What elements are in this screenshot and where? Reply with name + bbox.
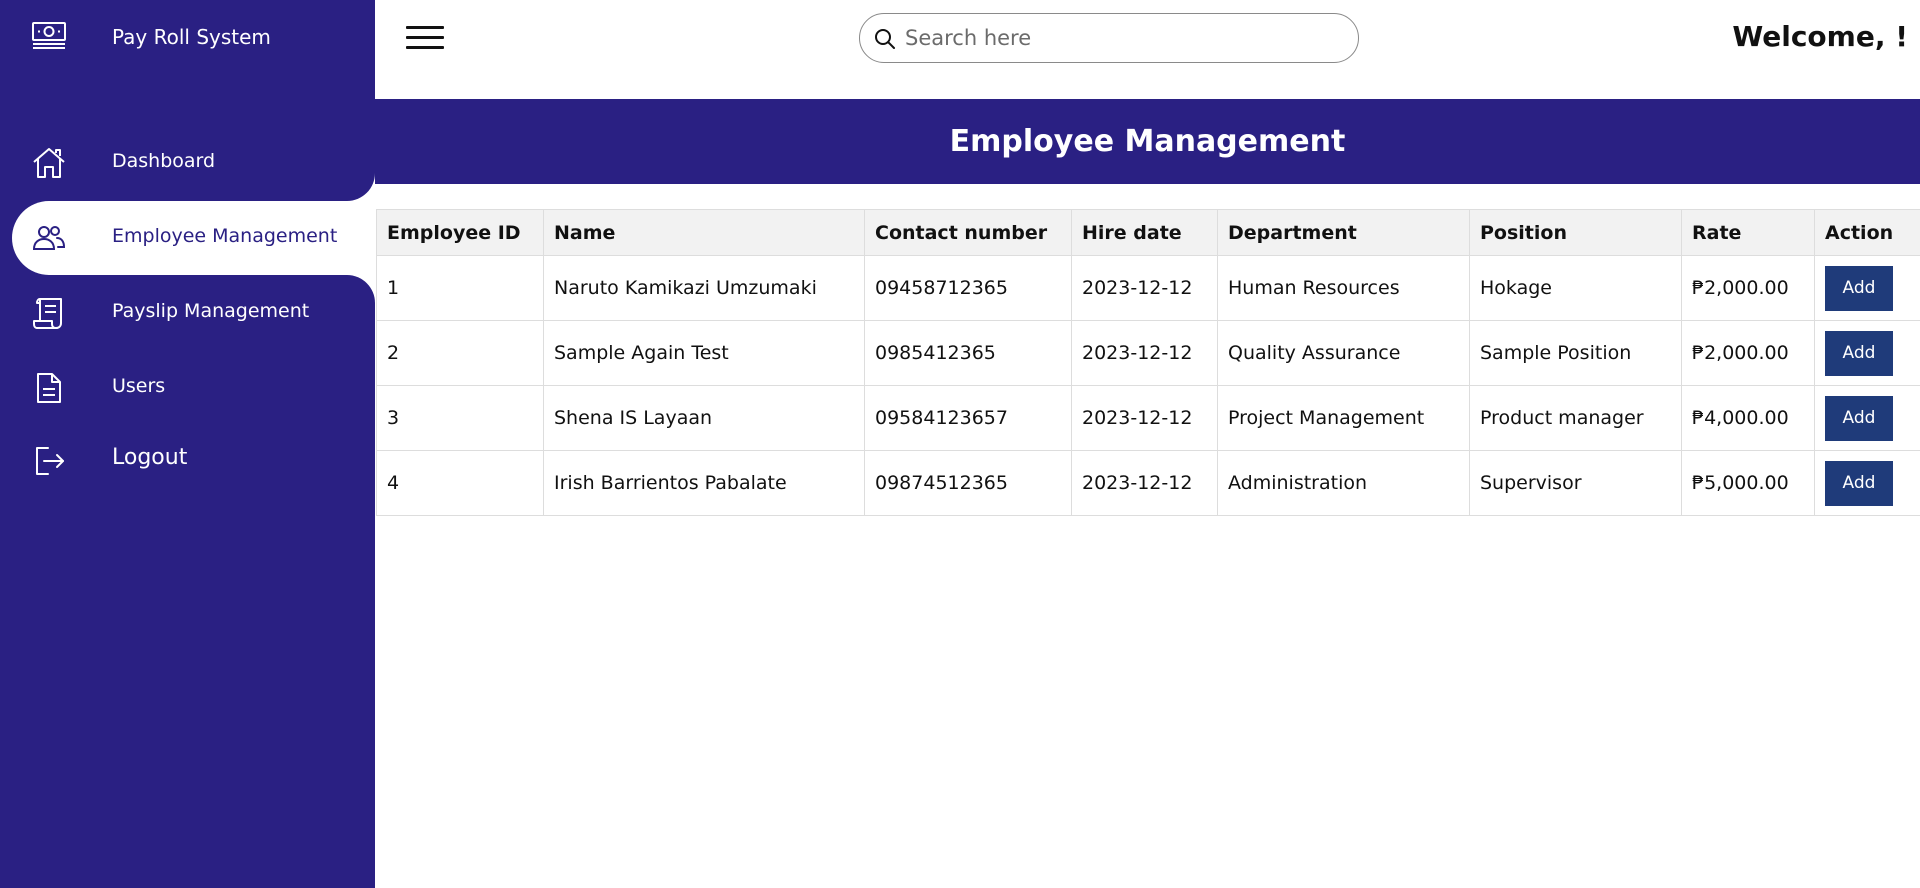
- column-header-contact-number: Contact number: [864, 209, 1072, 256]
- home-icon: [33, 148, 65, 178]
- cell-contact: 09458712365: [864, 255, 1072, 321]
- search-box: [859, 13, 1359, 63]
- topbar: Welcome, !: [375, 0, 1920, 99]
- column-header-action: Action: [1814, 209, 1920, 256]
- cell-action: Add: [1814, 450, 1920, 516]
- sidebar-item-label: Dashboard: [112, 150, 216, 172]
- cell-rate: ₱2,000.00: [1681, 320, 1815, 386]
- table-row: 2 Sample Again Test 0985412365 2023-12-1…: [376, 320, 1920, 386]
- sidebar-item-label: Logout: [112, 445, 188, 470]
- cell-rate: ₱4,000.00: [1681, 385, 1815, 451]
- menu-toggle-button[interactable]: [406, 24, 446, 52]
- sidebar-item-label: Users: [112, 375, 166, 397]
- add-button[interactable]: Add: [1825, 460, 1893, 506]
- cell-action: Add: [1814, 385, 1920, 451]
- hamburger-line: [406, 46, 444, 49]
- sidebar-item-logout[interactable]: Logout: [0, 424, 375, 498]
- table-row: 4 Irish Barrientos Pabalate 09874512365 …: [376, 450, 1920, 516]
- add-button[interactable]: Add: [1825, 265, 1893, 311]
- app-title: Pay Roll System: [112, 25, 271, 49]
- cell-position: Product manager: [1469, 385, 1682, 451]
- cell-department: Human Resources: [1217, 255, 1470, 321]
- employee-table-container: Employee ID Name Contact number Hire dat…: [376, 209, 1920, 516]
- brand: Pay Roll System: [0, 0, 375, 76]
- column-header-name: Name: [543, 209, 865, 256]
- page-title: Employee Management: [949, 124, 1346, 159]
- cell-position: Sample Position: [1469, 320, 1682, 386]
- sidebar-item-label: Employee Management: [112, 225, 338, 247]
- cell-name: Sample Again Test: [543, 320, 865, 386]
- sidebar-item-label: Payslip Management: [112, 300, 310, 322]
- welcome-text: Welcome, !: [1732, 20, 1908, 53]
- column-header-department: Department: [1217, 209, 1470, 256]
- money-icon: [32, 22, 66, 49]
- cell-position: Supervisor: [1469, 450, 1682, 516]
- cell-rate: ₱5,000.00: [1681, 450, 1815, 516]
- column-header-employee-id: Employee ID: [376, 209, 544, 256]
- cell-department: Quality Assurance: [1217, 320, 1470, 386]
- cell-position: Hokage: [1469, 255, 1682, 321]
- page-banner: Employee Management: [375, 99, 1920, 184]
- cell-name: Irish Barrientos Pabalate: [543, 450, 865, 516]
- table-row: 3 Shena IS Layaan 09584123657 2023-12-12…: [376, 385, 1920, 451]
- sidebar-item-employee-management[interactable]: Employee Management: [0, 201, 375, 275]
- column-header-rate: Rate: [1681, 209, 1815, 256]
- hamburger-line: [406, 26, 444, 29]
- add-button[interactable]: Add: [1825, 330, 1893, 376]
- logout-icon: [36, 447, 64, 475]
- add-button[interactable]: Add: [1825, 395, 1893, 441]
- cell-contact: 0985412365: [864, 320, 1072, 386]
- table-row: 1 Naruto Kamikazi Umzumaki 09458712365 2…: [376, 255, 1920, 321]
- cell-department: Project Management: [1217, 385, 1470, 451]
- cell-contact: 09874512365: [864, 450, 1072, 516]
- cell-name: Naruto Kamikazi Umzumaki: [543, 255, 865, 321]
- column-header-position: Position: [1469, 209, 1682, 256]
- cell-rate: ₱2,000.00: [1681, 255, 1815, 321]
- cell-hire-date: 2023-12-12: [1071, 255, 1218, 321]
- sidebar-item-dashboard[interactable]: Dashboard: [0, 126, 375, 200]
- cell-name: Shena IS Layaan: [543, 385, 865, 451]
- cell-employee-id: 2: [376, 320, 544, 386]
- document-icon: [37, 373, 61, 403]
- cell-action: Add: [1814, 320, 1920, 386]
- cell-action: Add: [1814, 255, 1920, 321]
- cell-contact: 09584123657: [864, 385, 1072, 451]
- cell-employee-id: 4: [376, 450, 544, 516]
- cell-employee-id: 3: [376, 385, 544, 451]
- users-icon: [32, 226, 66, 250]
- receipt-icon: [33, 298, 62, 329]
- sidebar-item-payslip-management[interactable]: Payslip Management: [0, 276, 375, 350]
- employee-table: Employee ID Name Contact number Hire dat…: [376, 209, 1920, 516]
- cell-hire-date: 2023-12-12: [1071, 320, 1218, 386]
- cell-department: Administration: [1217, 450, 1470, 516]
- column-header-hire-date: Hire date: [1071, 209, 1218, 256]
- search-icon: [875, 29, 895, 49]
- hamburger-line: [406, 36, 444, 39]
- table-header-row: Employee ID Name Contact number Hire dat…: [376, 209, 1920, 256]
- cell-employee-id: 1: [376, 255, 544, 321]
- cell-hire-date: 2023-12-12: [1071, 450, 1218, 516]
- cell-hire-date: 2023-12-12: [1071, 385, 1218, 451]
- sidebar-item-users[interactable]: Users: [0, 351, 375, 425]
- app-root: Pay Roll System Dashboard Employee Manag…: [0, 0, 1920, 888]
- sidebar: Pay Roll System Dashboard Employee Manag…: [0, 0, 375, 888]
- search-input[interactable]: [905, 22, 1345, 54]
